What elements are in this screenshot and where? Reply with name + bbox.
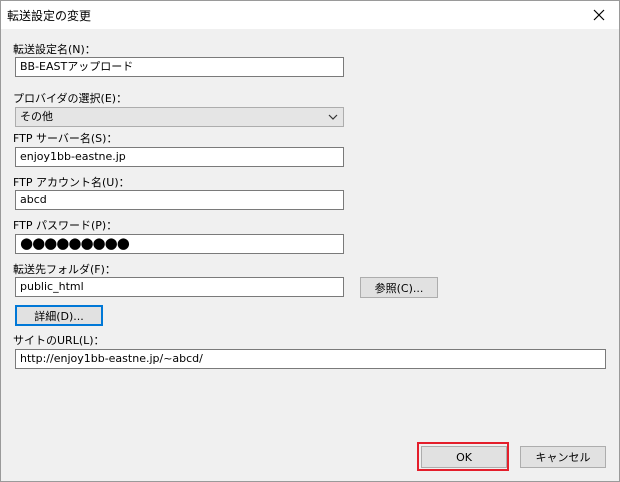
- ftp-account-label: FTP アカウント名(U)：: [13, 176, 130, 189]
- transfer-settings-dialog: 転送設定の変更 転送設定名(N)： BB-EASTアップロード プロバイダの選択…: [0, 0, 620, 482]
- destination-folder-label: 転送先フォルダ(F)：: [13, 263, 116, 276]
- site-url-label: サイトのURL(L)：: [13, 334, 105, 347]
- destination-folder-input[interactable]: public_html: [15, 277, 344, 297]
- cancel-button[interactable]: キャンセル: [520, 446, 606, 468]
- transfer-name-input[interactable]: BB-EASTアップロード: [15, 57, 344, 77]
- provider-label: プロバイダの選択(E)：: [13, 92, 128, 105]
- close-button[interactable]: [579, 1, 619, 29]
- provider-selected-value: その他: [20, 110, 53, 123]
- dialog-title: 転送設定の変更: [7, 9, 92, 23]
- title-bar: 転送設定の変更: [1, 1, 619, 29]
- ftp-server-input[interactable]: enjoy1bb-eastne.jp: [15, 147, 344, 167]
- ftp-password-label: FTP パスワード(P)：: [13, 219, 118, 232]
- ftp-password-input[interactable]: ●●●●●●●●●: [15, 234, 344, 254]
- ftp-account-input[interactable]: abcd: [15, 190, 344, 210]
- chevron-down-icon: [328, 114, 338, 120]
- browse-button[interactable]: 参照(C)...: [360, 277, 438, 298]
- transfer-name-label: 転送設定名(N)：: [13, 43, 96, 56]
- close-icon: [593, 9, 605, 21]
- site-url-input[interactable]: http://enjoy1bb-eastne.jp/~abcd/: [15, 349, 606, 369]
- provider-select[interactable]: その他: [15, 107, 344, 127]
- ftp-server-label: FTP サーバー名(S)：: [13, 132, 118, 145]
- details-button[interactable]: 詳細(D)...: [15, 305, 103, 326]
- ok-highlight-box: [417, 442, 509, 471]
